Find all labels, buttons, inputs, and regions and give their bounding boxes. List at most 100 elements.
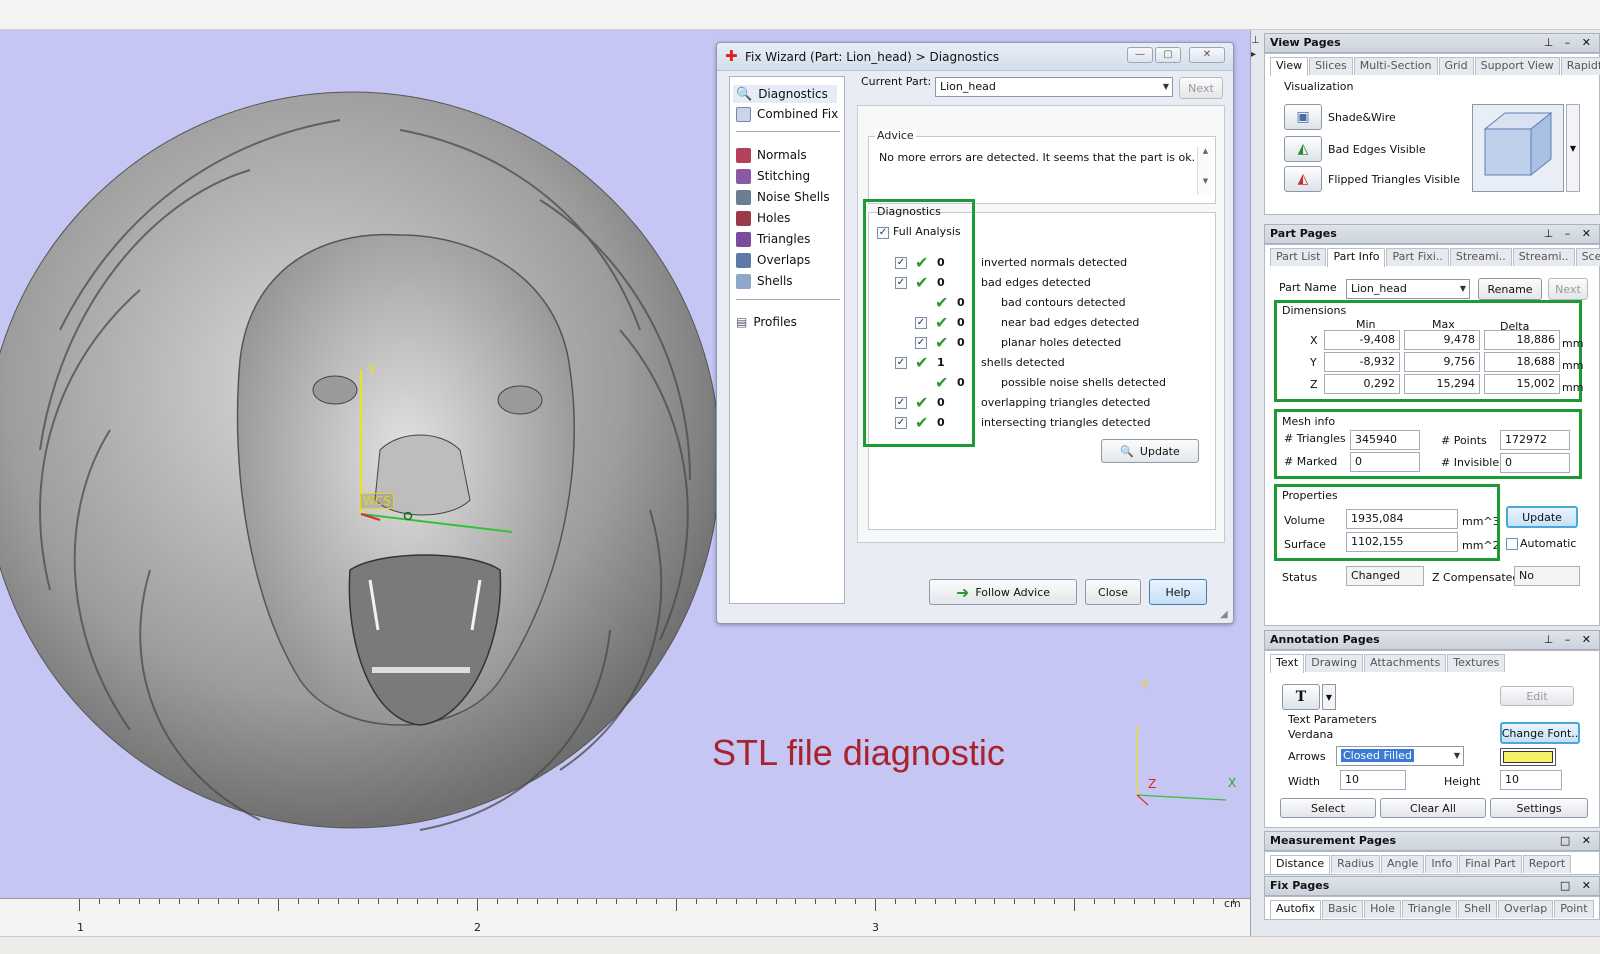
text-tool-dropdown[interactable]: ▼ xyxy=(1322,684,1336,710)
edit-button[interactable]: Edit xyxy=(1500,686,1574,706)
tab-basic[interactable]: Basic xyxy=(1321,900,1364,918)
tab-radius[interactable]: Radius xyxy=(1331,855,1380,873)
close-button[interactable]: Close xyxy=(1085,579,1141,605)
current-part-select[interactable]: Lion_head ▼ xyxy=(935,77,1173,97)
fix-pages-header[interactable]: Fix Pages □ ✕ xyxy=(1264,876,1600,896)
height-field[interactable]: 10 xyxy=(1500,770,1562,790)
nav-item-noise-shells[interactable]: Noise Shells xyxy=(736,188,830,206)
measurement-pages-header[interactable]: Measurement Pages □ ✕ xyxy=(1264,831,1600,851)
automatic-checkbox[interactable] xyxy=(1506,538,1518,550)
nav-item-holes[interactable]: Holes xyxy=(736,209,790,227)
nav-item-shells[interactable]: Shells xyxy=(736,272,793,290)
panel-controls-icon[interactable]: ⊥ – ✕ xyxy=(1544,225,1595,243)
diag-row-checkbox[interactable]: ✓ xyxy=(915,337,927,349)
arrow-right-icon: ➜ xyxy=(955,582,970,602)
flipped-triangles-button[interactable]: ◭ xyxy=(1284,166,1322,192)
select-button[interactable]: Select xyxy=(1280,798,1376,818)
tab-autofix[interactable]: Autofix xyxy=(1270,900,1321,919)
tab-part-list[interactable]: Part List xyxy=(1270,248,1327,266)
diag-row-checkbox[interactable]: ✓ xyxy=(895,397,907,409)
arrows-select[interactable]: Closed Filled ▼ xyxy=(1336,746,1464,766)
tab-info[interactable]: Info xyxy=(1425,855,1459,873)
tab-scenes[interactable]: Scenes xyxy=(1575,248,1600,266)
tab-shell[interactable]: Shell xyxy=(1458,900,1497,918)
nav-item-diagnostics[interactable]: 🔍 Diagnostics xyxy=(733,85,837,103)
nav-item-overlaps[interactable]: Overlaps xyxy=(736,251,810,269)
minimize-button[interactable]: — xyxy=(1127,47,1153,63)
tab-distance[interactable]: Distance xyxy=(1270,855,1331,874)
diag-row-checkbox[interactable]: ✓ xyxy=(895,257,907,269)
help-button[interactable]: Help xyxy=(1149,579,1207,605)
wizard-title-bar[interactable]: ✚ Fix Wizard (Part: Lion_head) > Diagnos… xyxy=(717,43,1233,71)
pin-strip[interactable]: ⊥ ▸ xyxy=(1251,34,1260,62)
green-check-icon: ✔ xyxy=(935,373,949,392)
tab-streaming-1[interactable]: Streami.. xyxy=(1449,248,1512,266)
diag-row-checkbox[interactable]: ✓ xyxy=(895,357,907,369)
part-name-select[interactable]: Lion_head ▼ xyxy=(1346,279,1470,299)
panel-controls-icon[interactable]: □ ✕ xyxy=(1560,832,1595,850)
tab-textures[interactable]: Textures xyxy=(1447,654,1506,672)
ruler-tick xyxy=(735,899,737,904)
nav-item-profiles[interactable]: ▤ Profiles xyxy=(736,313,797,331)
nav-item-normals[interactable]: Normals xyxy=(736,146,807,164)
width-field[interactable]: 10 xyxy=(1340,770,1406,790)
nav-label: Normals xyxy=(757,148,807,162)
ruler-tick xyxy=(218,899,220,904)
tab-view[interactable]: View xyxy=(1270,57,1309,76)
maximize-button[interactable]: ▢ xyxy=(1155,47,1181,63)
tab-slices[interactable]: Slices xyxy=(1309,57,1353,75)
text-tool-button[interactable]: T xyxy=(1282,684,1320,710)
rename-button[interactable]: Rename xyxy=(1478,278,1542,300)
diag-row-checkbox[interactable]: ✓ xyxy=(915,317,927,329)
nav-item-stitching[interactable]: Stitching xyxy=(736,167,810,185)
tab-angle[interactable]: Angle xyxy=(1381,855,1425,873)
advice-scrollbar[interactable]: ▲ ▼ xyxy=(1197,147,1213,195)
change-font-button[interactable]: Change Font.. xyxy=(1500,722,1580,744)
resize-grip-icon[interactable]: ◢ xyxy=(1220,609,1228,620)
wcs-y-label: Y xyxy=(367,364,376,379)
close-window-button[interactable]: ✕ xyxy=(1189,47,1225,63)
panel-controls-icon[interactable]: ⊥ – ✕ xyxy=(1544,631,1595,649)
tab-drawing[interactable]: Drawing xyxy=(1305,654,1363,672)
diag-row-checkbox[interactable]: ✓ xyxy=(895,417,907,429)
tab-support-view[interactable]: Support View xyxy=(1474,57,1560,75)
annotation-pages-header[interactable]: Annotation Pages ⊥ – ✕ xyxy=(1264,630,1600,650)
part-pages-header[interactable]: Part Pages ⊥ – ✕ xyxy=(1264,224,1600,244)
tab-attachments[interactable]: Attachments xyxy=(1364,654,1447,672)
tab-rapidfit-view[interactable]: Rapidfit View xyxy=(1560,57,1600,75)
tab-hole[interactable]: Hole xyxy=(1364,900,1401,918)
chevron-down-icon: ▼ xyxy=(1459,284,1466,293)
view-cube-preview[interactable] xyxy=(1472,104,1564,192)
tab-grid[interactable]: Grid xyxy=(1438,57,1474,75)
ruler-tick xyxy=(616,899,618,904)
tab-point[interactable]: Point xyxy=(1554,900,1594,918)
properties-update-button[interactable]: Update xyxy=(1506,506,1578,528)
shade-wire-button[interactable]: ▣ xyxy=(1284,104,1322,130)
panel-controls-icon[interactable]: ⊥ – ✕ xyxy=(1544,34,1595,52)
view-cube-dropdown[interactable]: ▼ xyxy=(1566,104,1580,192)
tab-text[interactable]: Text xyxy=(1270,654,1305,673)
tab-overlap[interactable]: Overlap xyxy=(1497,900,1554,918)
part-next-button[interactable]: Next xyxy=(1548,278,1588,300)
diag-row-checkbox[interactable]: ✓ xyxy=(895,277,907,289)
shade-wire-label: Shade&Wire xyxy=(1328,111,1396,124)
tab-streaming-2[interactable]: Streami.. xyxy=(1512,248,1575,266)
settings-button[interactable]: Settings xyxy=(1490,798,1588,818)
panel-controls-icon[interactable]: □ ✕ xyxy=(1560,877,1595,895)
view-pages-header[interactable]: View Pages ⊥ – ✕ xyxy=(1264,33,1600,53)
tab-triangle[interactable]: Triangle xyxy=(1401,900,1458,918)
tab-part-fixing[interactable]: Part Fixi.. xyxy=(1386,248,1449,266)
nav-item-triangles[interactable]: Triangles xyxy=(736,230,810,248)
view-pages-title: View Pages xyxy=(1270,36,1341,49)
arrow-color-swatch[interactable] xyxy=(1500,748,1556,766)
tab-report[interactable]: Report xyxy=(1522,855,1572,873)
update-button[interactable]: 🔍 Update xyxy=(1101,439,1199,463)
nav-item-combined-fix[interactable]: Combined Fix xyxy=(736,105,838,123)
follow-advice-button[interactable]: ➜ Follow Advice xyxy=(929,579,1077,605)
tab-final-part[interactable]: Final Part xyxy=(1459,855,1522,873)
clear-all-button[interactable]: Clear All xyxy=(1380,798,1486,818)
next-button[interactable]: Next xyxy=(1179,77,1223,99)
tab-part-info[interactable]: Part Info xyxy=(1327,248,1386,267)
bad-edges-button[interactable]: ◭ xyxy=(1284,136,1322,162)
tab-multi-section[interactable]: Multi-Section xyxy=(1353,57,1438,75)
